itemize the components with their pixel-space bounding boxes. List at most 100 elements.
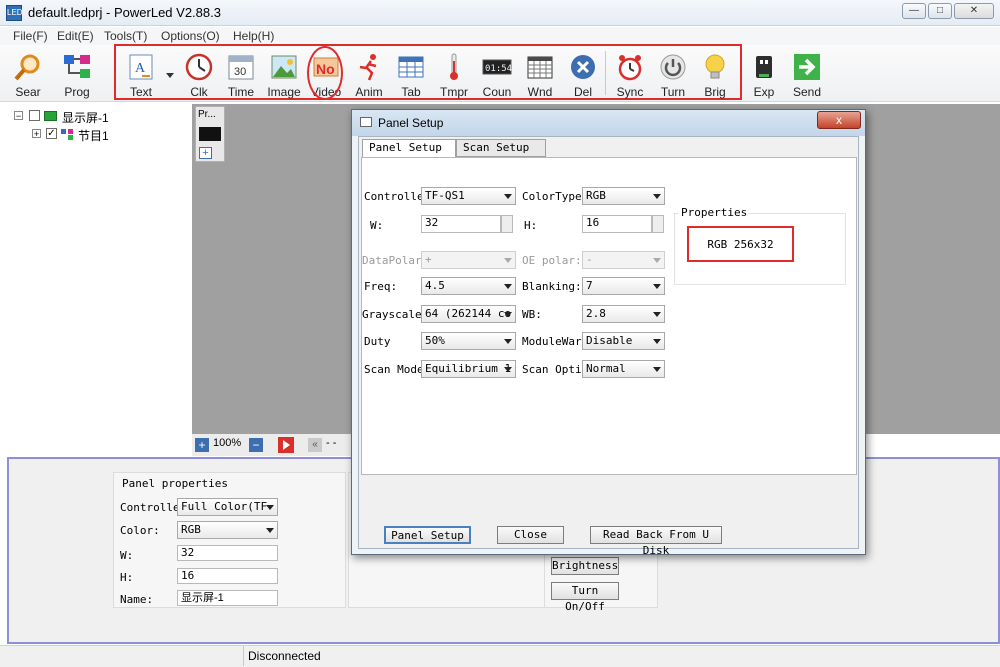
panel-setup-button[interactable]: Panel Setup — [384, 526, 471, 544]
connection-status: Disconnected — [248, 649, 321, 663]
tree-node-screen[interactable]: − 显示屏-1 — [14, 109, 184, 125]
tree-node-program[interactable]: + ✓ 节目1 — [32, 127, 182, 143]
app-icon: LED — [6, 5, 23, 21]
expand-icon[interactable]: + — [32, 129, 41, 139]
light-bulb-icon — [705, 54, 725, 79]
height-spinner[interactable] — [652, 215, 664, 233]
tab-scan-setup[interactable]: Scan Setup — [456, 139, 546, 157]
color-select[interactable]: RGB — [177, 521, 278, 539]
blanking-select[interactable]: 7 — [582, 277, 665, 295]
properties-value: RGB 256x32 — [707, 238, 774, 251]
export-tool[interactable]: Exp — [745, 48, 783, 100]
data-polar-select[interactable]: + — [421, 251, 516, 269]
height-input[interactable]: 16 — [177, 568, 278, 584]
program-icon — [61, 129, 73, 140]
status-bar: Disconnected — [0, 645, 1000, 667]
dialog-title-bar: Panel Setup x — [352, 110, 865, 136]
minimize-button[interactable]: — — [902, 3, 926, 19]
color-type-select[interactable]: RGB — [582, 187, 665, 205]
clock-tool[interactable]: Clk — [180, 48, 218, 100]
dialog-close-button[interactable]: x — [817, 111, 861, 129]
scan-mode-select[interactable]: Equilibrium 1 — [421, 360, 516, 378]
program-name: 节目1 — [78, 129, 109, 143]
window-title: default.ledprj - PowerLed V2.88.3 — [28, 5, 221, 20]
module-warp-select[interactable]: Disable — [582, 332, 665, 350]
video-highlight-circle — [307, 46, 343, 100]
maximize-button[interactable]: □ — [928, 3, 952, 19]
controller-select[interactable]: Full Color(TF- — [177, 498, 278, 516]
name-input[interactable]: 显示屏-1 — [177, 590, 278, 606]
frequency-select[interactable]: 4.5 — [421, 277, 516, 295]
project-tree: − 显示屏-1 + ✓ 节目1 — [8, 104, 190, 454]
svg-text:01:54: 01:54 — [485, 64, 512, 74]
image-tool[interactable]: Image — [264, 48, 304, 100]
clock-icon — [185, 53, 213, 81]
panel-setup-dialog: Panel Setup x Panel Setup Scan Setup Con… — [351, 109, 866, 557]
screen-checkbox[interactable] — [29, 110, 40, 121]
status-cell — [10, 646, 244, 666]
zoom-in-button[interactable]: + — [195, 438, 209, 452]
screen-name: 显示屏-1 — [62, 111, 109, 125]
tab-panel-setup[interactable]: Panel Setup — [362, 139, 456, 158]
temperature-tool[interactable]: Tmpr — [435, 48, 473, 100]
program-tree-icon — [64, 55, 90, 78]
table-tool[interactable]: Tab — [392, 48, 430, 100]
zoom-bar: + 100% − « - - — [192, 434, 358, 456]
controller-type-select[interactable]: TF-QS1 — [421, 187, 516, 205]
screen-icon — [44, 111, 57, 121]
svg-text:A: A — [135, 61, 146, 76]
properties-box: Properties RGB 256x32 — [674, 206, 846, 285]
turn-onoff-button[interactable]: Turn On/Off — [551, 582, 619, 613]
brightness-tool[interactable]: Brig — [696, 48, 734, 100]
thermometer-icon — [450, 53, 458, 80]
oe-polar-select[interactable]: - — [582, 251, 665, 269]
width-spinner[interactable] — [501, 215, 513, 233]
menu-tools[interactable]: Tools(T) — [104, 29, 147, 43]
send-tool[interactable]: Send — [787, 48, 827, 100]
counter-display-icon: 01:54 — [482, 59, 512, 75]
window-tool[interactable]: Wnd — [521, 48, 559, 100]
grayscale-select[interactable]: 64 (262144 co — [421, 305, 516, 323]
svg-text:30: 30 — [234, 66, 246, 78]
menu-options[interactable]: Options(O) — [161, 29, 220, 43]
read-back-from-u-disk-button[interactable]: Read Back From U Disk — [590, 526, 722, 557]
duty-select[interactable]: 50% — [421, 332, 516, 350]
running-figure-icon — [359, 54, 377, 81]
width-input[interactable]: 32 — [177, 545, 278, 561]
text-dropdown-arrow-icon[interactable] — [166, 73, 174, 78]
delete-tool[interactable]: Del — [564, 48, 602, 100]
tab-content: Controller TF-QS1 ColorType: RGB W: 32 H… — [361, 157, 857, 475]
rewind-icon[interactable]: « — [308, 438, 322, 452]
time-tool[interactable]: 30 Time — [222, 48, 260, 100]
counter-tool[interactable]: 01:54 Coun — [478, 48, 516, 100]
brightness-button[interactable]: Brightness — [551, 557, 619, 575]
toolbar: Sear Prog A Text Clk 30 Time Image No Vi… — [0, 44, 1000, 122]
collapse-icon[interactable]: − — [14, 111, 23, 121]
text-tool[interactable]: A Text — [120, 48, 162, 100]
text-icon: A — [129, 54, 153, 80]
program-checkbox-checked[interactable]: ✓ — [46, 128, 57, 139]
send-arrow-icon — [794, 54, 820, 80]
program-tool[interactable]: Prog — [54, 48, 100, 100]
turn-tool[interactable]: Turn — [654, 48, 692, 100]
panel-width-input[interactable]: 32 — [421, 215, 501, 233]
menu-edit[interactable]: Edit(E) — [57, 29, 94, 43]
menu-file[interactable]: File(F) — [13, 29, 48, 43]
zoom-out-button[interactable]: − — [249, 438, 263, 452]
search-tool[interactable]: Sear — [8, 48, 48, 100]
close-window-button[interactable]: ✕ — [954, 3, 994, 19]
play-button[interactable] — [278, 437, 294, 453]
panel-height-input[interactable]: 16 — [582, 215, 652, 233]
dialog-title: Panel Setup — [378, 116, 444, 130]
sync-tool[interactable]: Sync — [611, 48, 649, 100]
dialog-icon — [360, 117, 372, 127]
close-button[interactable]: Close — [497, 526, 564, 544]
properties-highlight-box: RGB 256x32 — [687, 226, 794, 262]
add-icon[interactable]: + — [199, 147, 212, 159]
preview-tab[interactable]: Pr... + — [195, 106, 225, 162]
white-balance-select[interactable]: 2.8 — [582, 305, 665, 323]
animation-tool[interactable]: Anim — [350, 48, 388, 100]
menu-help[interactable]: Help(H) — [233, 29, 274, 43]
panel-properties-group: Panel properties Controlle: Full Color(T… — [113, 472, 346, 608]
scan-optimization-select[interactable]: Normal — [582, 360, 665, 378]
